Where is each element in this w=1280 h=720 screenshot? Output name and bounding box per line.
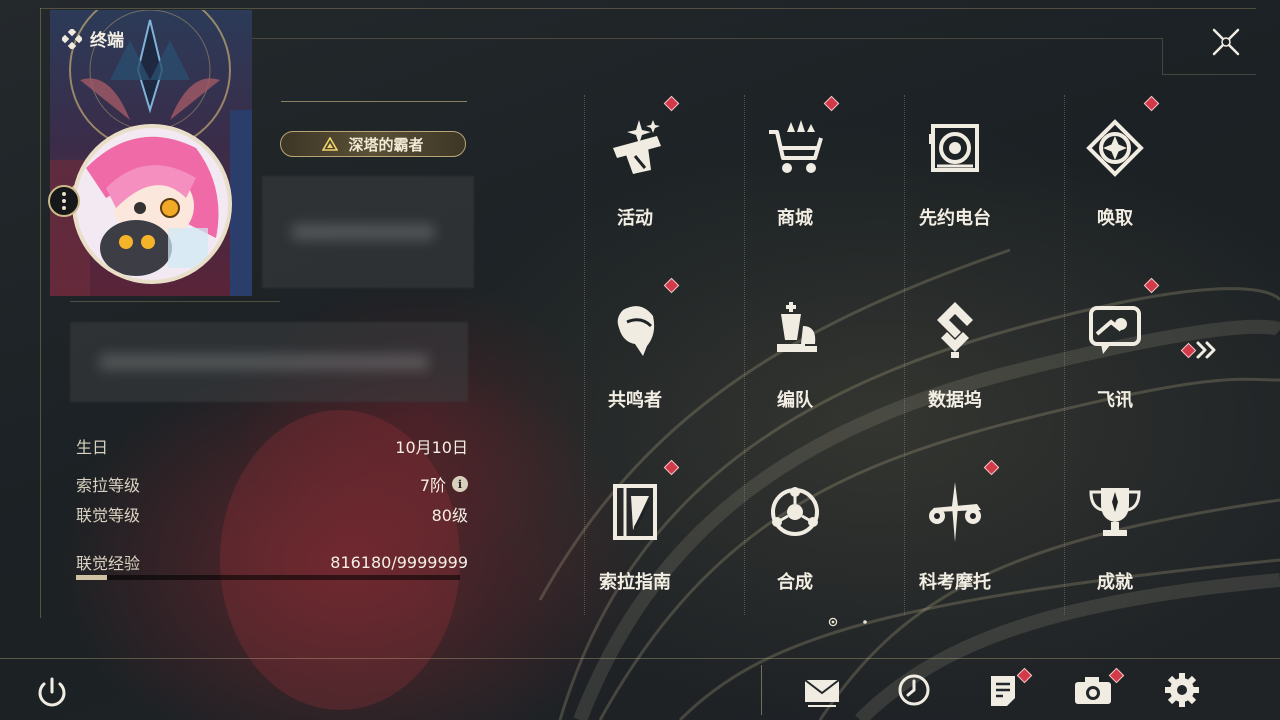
notification-dot	[663, 95, 680, 112]
menu-item-label: 唤取	[1097, 208, 1133, 229]
top-frame-line	[40, 8, 1256, 9]
bottom-bar-divider	[0, 658, 1280, 659]
inner-frame-line	[252, 38, 1162, 39]
radio-icon	[929, 124, 979, 172]
stat-birthday: 生日 10月10日	[76, 438, 468, 457]
power-icon	[38, 677, 66, 707]
divider	[70, 301, 280, 302]
notification-dot	[1143, 95, 1160, 112]
menu-item-radio[interactable]: 先约电台	[900, 92, 1010, 242]
menu-item-label: 先约电台	[919, 208, 991, 229]
menu-item-guidebook[interactable]: 索拉指南	[580, 456, 690, 606]
left-frame-line	[40, 8, 41, 618]
notification-dot	[663, 277, 680, 294]
menu-item-resonator[interactable]: 共鸣者	[580, 274, 690, 424]
menu-item-label: 数据坞	[928, 390, 982, 411]
menu-item-label: 编队	[777, 390, 813, 411]
menu-item-messenger[interactable]: 飞讯	[1060, 274, 1170, 424]
notification-dot	[1143, 277, 1160, 294]
stat-sola-level: 索拉等级 7阶 i	[76, 472, 468, 496]
camera-icon	[1075, 677, 1111, 704]
next-page-button[interactable]	[1180, 338, 1220, 362]
page-indicator-active[interactable]	[828, 612, 838, 631]
notification-dot	[663, 459, 680, 476]
menu-item-convene[interactable]: 唤取	[1060, 92, 1170, 242]
settings-gear-icon	[1165, 673, 1199, 707]
shop-cart-icon	[769, 120, 823, 173]
clock-icon	[898, 674, 930, 706]
inner-frame-corner	[1162, 38, 1163, 74]
menu-item-chess-team[interactable]: 编队	[740, 274, 850, 424]
convene-icon	[1086, 119, 1144, 177]
menu-item-label: 共鸣者	[608, 390, 662, 411]
exp-progress-bar	[76, 575, 460, 580]
resonator-icon	[617, 306, 655, 356]
menu-item-synthesis[interactable]: 合成	[740, 456, 850, 606]
inner-frame-corner-h	[1162, 74, 1256, 75]
stat-union-exp: 联觉经验 816180/9999999	[76, 552, 468, 574]
menu-item-label: 科考摩托	[919, 572, 991, 593]
page-indicator[interactable]	[860, 612, 870, 631]
triangle-icon	[322, 137, 339, 151]
menu-item-label: 成就	[1097, 572, 1133, 593]
mail-icon	[804, 679, 840, 707]
notification-dot	[823, 95, 840, 112]
page-title: 终端	[90, 31, 124, 51]
menu-item-label: 商城	[777, 208, 813, 229]
divider	[281, 101, 467, 102]
menu-item-trophy[interactable]: 成就	[1060, 456, 1170, 606]
bottom-bar-separator	[761, 665, 762, 715]
menu-item-event[interactable]: 活动	[580, 92, 690, 242]
title-badge[interactable]: 深塔的霸者	[280, 131, 466, 157]
settings-button[interactable]	[1162, 670, 1202, 710]
synthesis-icon	[771, 487, 819, 536]
motorbike-icon	[929, 482, 981, 542]
trophy-icon	[1089, 488, 1141, 536]
messenger-icon	[1089, 306, 1141, 354]
avatar[interactable]	[72, 124, 232, 284]
header-terminal: 终端	[62, 26, 124, 51]
notes-button[interactable]	[983, 667, 1033, 710]
menu-item-label: 索拉指南	[599, 572, 671, 593]
menu-item-label: 合成	[777, 572, 813, 593]
redacted-name	[262, 176, 474, 288]
clock-button[interactable]	[894, 670, 934, 710]
power-button[interactable]	[32, 673, 72, 713]
menu-item-motorbike[interactable]: 科考摩托	[900, 456, 1010, 606]
menu-item-shop-cart[interactable]: 商城	[740, 92, 850, 242]
event-icon	[613, 120, 661, 174]
menu-item-databank[interactable]: 数据坞	[900, 274, 1010, 424]
databank-icon	[937, 302, 973, 358]
menu-item-label: 飞讯	[1097, 390, 1133, 411]
redacted-signature	[70, 322, 468, 402]
info-icon[interactable]: i	[452, 476, 468, 492]
chess-team-icon	[777, 302, 817, 352]
camera-button[interactable]	[1073, 667, 1125, 710]
exp-progress-fill	[76, 575, 108, 580]
close-icon	[1212, 28, 1240, 56]
notification-dot	[983, 459, 1000, 476]
guidebook-icon	[613, 484, 657, 540]
terminal-logo-icon	[62, 28, 82, 49]
title-badge-label: 深塔的霸者	[348, 135, 424, 154]
menu-item-label: 活动	[617, 208, 653, 229]
mail-button[interactable]	[802, 670, 842, 710]
stat-union-level: 联觉等级 80级	[76, 506, 468, 525]
profile-options-button[interactable]	[48, 185, 80, 217]
close-button[interactable]	[1208, 24, 1244, 60]
